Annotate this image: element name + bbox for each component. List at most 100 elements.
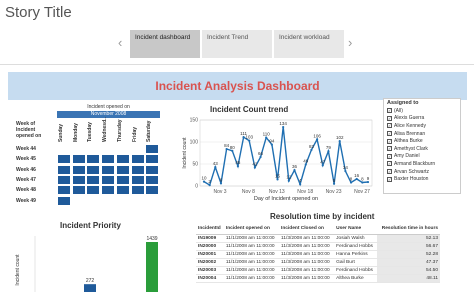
calendar-cell[interactable] xyxy=(116,155,129,164)
trend-point[interactable] xyxy=(259,155,262,159)
trend-point[interactable] xyxy=(321,164,324,167)
assigned-option[interactable]: ✓ Amy Daniel xyxy=(384,153,460,161)
trend-point[interactable] xyxy=(316,138,319,141)
trend-point[interactable] xyxy=(355,177,358,181)
calendar-cell[interactable] xyxy=(58,186,70,195)
table-row[interactable]: IN19009 11/1/2008 am 11:00:00 11/3/2008 am… xyxy=(196,234,440,243)
trend-point[interactable] xyxy=(327,150,330,153)
calendar-cell[interactable] xyxy=(116,186,129,195)
calendar-cell xyxy=(87,145,99,153)
checkbox-icon[interactable]: ✓ xyxy=(387,131,392,137)
column-header[interactable]: Incident Closed on xyxy=(279,223,335,235)
calendar-cell[interactable] xyxy=(87,155,100,164)
tab-incident-dashboard[interactable]: Incident dashboard xyxy=(130,30,200,58)
calendar-cell[interactable] xyxy=(58,165,70,174)
priority-bar[interactable] xyxy=(146,242,158,292)
trend-point[interactable] xyxy=(287,179,290,182)
trend-point[interactable] xyxy=(349,181,353,184)
checkbox-icon[interactable]: ✓ xyxy=(387,169,392,175)
trend-point[interactable] xyxy=(338,140,341,143)
trend-point[interactable] xyxy=(219,182,223,185)
checkbox-icon[interactable]: ✓ xyxy=(387,146,392,152)
assigned-option[interactable]: ✓ Alice Kennedy xyxy=(384,122,460,130)
trend-point[interactable] xyxy=(248,139,251,142)
table-row[interactable]: IN20001 11/1/2008 am 11:00:00 11/3/2008 am… xyxy=(196,250,440,259)
column-header[interactable]: IncidentId xyxy=(196,223,224,235)
trend-point[interactable] xyxy=(265,136,268,139)
checkbox-icon[interactable]: ✓ xyxy=(387,153,392,159)
checkbox-icon[interactable]: ✓ xyxy=(387,123,392,129)
calendar-cell[interactable] xyxy=(116,165,129,174)
calendar-cell[interactable] xyxy=(102,175,115,184)
calendar-cell[interactable] xyxy=(102,165,115,174)
checkbox-icon[interactable]: ✓ xyxy=(387,115,392,121)
table-row[interactable]: IN20000 11/1/2008 am 11:00:00 11/3/2008 am… xyxy=(196,242,440,251)
calendar-cell[interactable] xyxy=(131,186,144,195)
trend-point[interactable] xyxy=(236,165,240,168)
assigned-option[interactable]: ✓ Althea Burke xyxy=(384,137,460,145)
table-row[interactable]: IN20003 11/1/2008 am 11:00:00 11/3/2008 am… xyxy=(196,266,440,275)
tab-incident-trend[interactable]: Incident Trend xyxy=(202,30,272,58)
checkbox-icon[interactable]: ✓ xyxy=(387,176,392,182)
assigned-option[interactable]: ✓ Arvan Schwartz xyxy=(384,168,460,176)
column-header[interactable]: Resolution time in hours xyxy=(376,223,440,235)
trend-point[interactable] xyxy=(276,178,279,181)
calendar-cell[interactable] xyxy=(131,155,144,164)
assigned-option[interactable]: ✓ Alisa Brennan xyxy=(384,130,460,138)
calendar-cell[interactable] xyxy=(131,175,144,184)
calendar-cell[interactable] xyxy=(102,186,115,195)
trend-point[interactable] xyxy=(366,180,370,184)
trend-point[interactable] xyxy=(310,148,313,152)
calendar-cell[interactable] xyxy=(72,186,85,195)
assigned-option[interactable]: ✓ (All) xyxy=(384,107,460,115)
calendar-cell[interactable] xyxy=(146,165,159,174)
calendar-cell[interactable] xyxy=(131,165,144,174)
calendar-cell[interactable] xyxy=(146,155,159,164)
trend-point[interactable] xyxy=(282,125,285,129)
calendar-cell[interactable] xyxy=(58,196,70,205)
next-arrow-icon[interactable]: › xyxy=(348,35,352,50)
checkbox-icon[interactable]: ✓ xyxy=(387,138,392,144)
calendar-cell[interactable] xyxy=(87,186,100,195)
trend-data-label: 16 xyxy=(354,173,360,178)
assigned-option[interactable]: ✓ Amethyst Clark xyxy=(384,145,460,153)
calendar-cell[interactable] xyxy=(146,175,159,184)
trend-point[interactable] xyxy=(304,163,307,166)
trend-point[interactable] xyxy=(225,147,228,151)
trend-point[interactable] xyxy=(231,149,234,152)
trend-point[interactable] xyxy=(242,136,245,139)
calendar-cell[interactable] xyxy=(116,175,129,184)
priority-bar[interactable] xyxy=(84,284,96,292)
table-row[interactable]: IN20004 11/1/2008 am 11:00:00 11/3/2008 am… xyxy=(196,274,440,283)
calendar-cell[interactable] xyxy=(72,165,85,174)
column-header[interactable]: User Name xyxy=(334,223,377,235)
assigned-option[interactable]: ✓ Alexis Guerra xyxy=(384,115,460,123)
column-header[interactable]: Incident opened on xyxy=(223,223,280,235)
checkbox-icon[interactable]: ✓ xyxy=(387,108,392,114)
trend-point[interactable] xyxy=(208,184,211,187)
assigned-option[interactable]: ✓ Armand Blackburn xyxy=(384,160,460,168)
calendar-cell[interactable] xyxy=(72,155,85,164)
tab-incident-workload[interactable]: Incident workload xyxy=(274,30,344,58)
calendar-cell[interactable] xyxy=(58,155,70,164)
trend-point[interactable] xyxy=(344,169,347,173)
prev-arrow-icon[interactable]: ‹ xyxy=(118,35,122,50)
checkbox-icon[interactable]: ✓ xyxy=(387,161,392,167)
table-row[interactable]: IN20002 11/1/2008 am 11:00:00 11/3/2008 am… xyxy=(196,258,440,267)
calendar-cell[interactable] xyxy=(87,165,100,174)
calendar-cell[interactable] xyxy=(146,186,159,195)
calendar-cell[interactable] xyxy=(102,155,115,164)
calendar-cell[interactable] xyxy=(58,175,70,184)
trend-point[interactable] xyxy=(299,183,302,186)
calendar-cell[interactable] xyxy=(146,145,159,153)
calendar-cell[interactable] xyxy=(87,175,100,184)
calendar-cell[interactable] xyxy=(72,175,85,184)
trend-point[interactable] xyxy=(332,182,336,185)
trend-point[interactable] xyxy=(270,143,273,146)
assigned-option[interactable]: ✓ Baxter Houston xyxy=(384,175,460,183)
trend-point[interactable] xyxy=(253,166,256,169)
trend-point[interactable] xyxy=(293,169,296,172)
trend-point[interactable] xyxy=(361,181,364,184)
trend-point[interactable] xyxy=(214,165,217,169)
trend-point[interactable] xyxy=(202,180,206,183)
